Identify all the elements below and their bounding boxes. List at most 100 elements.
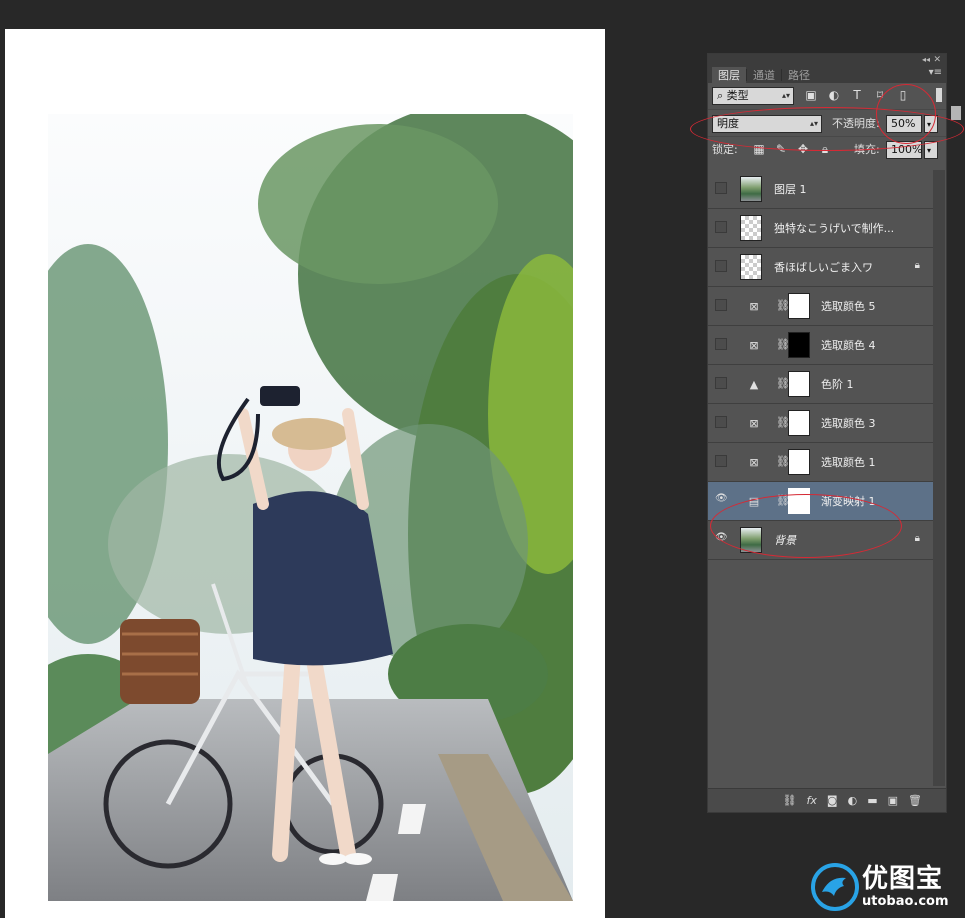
watermark-name: 优图宝 — [862, 864, 944, 894]
lock-icon: 🔒︎ — [914, 533, 920, 544]
visibility-toggle[interactable] — [715, 377, 727, 389]
fill-label: 填充: — [854, 143, 880, 156]
lock-image-pixels-brush-icon[interactable]: ✎ — [774, 142, 788, 156]
layer-name: 选取颜色 3 — [821, 417, 876, 430]
double-chevron-left-icon[interactable]: ◂◂ — [922, 54, 930, 66]
fx-icon[interactable]: fx — [807, 794, 817, 807]
filter-row: ⌕ 类型 ▴▾ ▣ ◐ T ⌑ ▯ — [708, 83, 946, 110]
filter-kind-value: 类型 — [726, 89, 749, 102]
eye-icon[interactable]: 👁︎ — [715, 533, 728, 545]
shape-layer-filter-icon[interactable]: ⌑ — [873, 88, 887, 102]
folder-icon[interactable]: ▬ — [867, 794, 877, 807]
layer-mask-thumbnail[interactable] — [788, 449, 810, 475]
layer-name: 选取颜色 4 — [821, 339, 876, 352]
add-mask-icon[interactable]: ◙ — [827, 794, 838, 807]
visibility-toggle[interactable] — [715, 416, 727, 428]
watermark-url: utobao.com — [862, 894, 949, 909]
panel-header: ◂◂ ✕ — [708, 54, 946, 66]
link-layers-icon[interactable]: ⛓︎ — [783, 794, 797, 807]
fill-dropdown[interactable]: ▾ — [924, 141, 938, 159]
panel-strip-icon[interactable] — [951, 106, 961, 120]
updown-arrow-icon: ▴▾ — [781, 91, 790, 100]
tab-layers[interactable]: 图层 — [712, 67, 746, 83]
bird-logo-icon — [811, 863, 859, 911]
watermark-logo: 优图宝 utobao.com — [810, 858, 960, 916]
eye-icon[interactable]: 👁︎ — [715, 494, 728, 506]
layers-list: 图层 1 独特なこうげいで制作... 香ほばしいごま入ワ 🔒︎ ⊠ ⛓︎ 选取颜… — [708, 170, 934, 560]
blend-mode-select[interactable]: 明度 ▴▾ — [712, 115, 822, 133]
lock-icons: ▦ ✎ ✥ 🔒︎ — [752, 142, 832, 157]
layer-name: 选取颜色 1 — [821, 456, 876, 469]
opacity-input[interactable]: 50% — [886, 115, 922, 133]
layer-row[interactable]: 👁︎ 背景 🔒︎ — [708, 521, 934, 560]
layer-row[interactable]: 独特なこうげいで制作... — [708, 209, 934, 248]
layer-thumbnail — [740, 527, 762, 553]
layer-row[interactable]: ⊠ ⛓︎ 选取颜色 3 — [708, 404, 934, 443]
visibility-toggle[interactable] — [715, 299, 727, 311]
chevron-down-icon: ▾ — [927, 146, 932, 155]
adjustment-layer-filter-icon[interactable]: ◐ — [827, 88, 841, 102]
filter-icons: ▣ ◐ T ⌑ ▯ — [804, 88, 910, 102]
layer-name: 渐变映射 1 — [821, 495, 876, 508]
tab-paths[interactable]: 路径 — [782, 67, 816, 83]
blend-mode-value: 明度 — [717, 117, 739, 130]
lock-transparent-pixels-icon[interactable]: ▦ — [752, 142, 766, 156]
lock-row: 锁定: ▦ ✎ ✥ 🔒︎ 填充: 100% ▾ — [708, 137, 946, 163]
layer-row[interactable]: 香ほばしいごま入ワ 🔒︎ — [708, 248, 934, 287]
gradient-map-icon: ▤ — [748, 494, 760, 508]
layer-name: 图层 1 — [774, 183, 807, 196]
chevron-down-icon: ▾ — [927, 120, 932, 129]
trash-icon[interactable]: 🗑︎ — [908, 794, 922, 807]
visibility-toggle[interactable] — [715, 455, 727, 467]
document-canvas[interactable] — [5, 29, 605, 918]
visibility-toggle[interactable] — [715, 221, 727, 233]
levels-icon: ▲ — [749, 377, 759, 391]
lock-all-icon[interactable]: 🔒︎ — [818, 142, 832, 156]
layer-row[interactable]: ⊠ ⛓︎ 选取颜色 1 — [708, 443, 934, 482]
layer-row[interactable]: ▲ ⛓︎ 色阶 1 — [708, 365, 934, 404]
visibility-toggle[interactable] — [715, 338, 727, 350]
layer-name: 独特なこうげいで制作... — [774, 222, 895, 235]
panel-menu-icon[interactable]: ▾≡ — [929, 67, 942, 78]
search-icon: ⌕ — [717, 89, 724, 102]
filter-kind-select[interactable]: ⌕ 类型 ▴▾ — [712, 87, 794, 105]
layer-row[interactable]: ⊠ ⛓︎ 选取颜色 4 — [708, 326, 934, 365]
new-layer-icon[interactable]: ▣ — [888, 794, 898, 807]
filter-toggle[interactable] — [936, 88, 942, 102]
lock-position-move-icon[interactable]: ✥ — [796, 142, 810, 156]
updown-arrow-icon: ▴▾ — [809, 119, 818, 128]
scrollbar[interactable] — [933, 170, 945, 786]
layer-name: 选取颜色 5 — [821, 300, 876, 313]
layer-row-selected[interactable]: 👁︎ ▤ ⛓︎ 渐变映射 1 — [708, 482, 934, 521]
opacity-dropdown[interactable]: ▾ — [924, 115, 938, 133]
visibility-toggle[interactable] — [715, 182, 727, 194]
opacity-value: 50% — [891, 117, 916, 130]
type-layer-filter-icon[interactable]: T — [850, 88, 864, 102]
selective-color-icon: ⊠ — [749, 455, 759, 469]
photo-image — [48, 114, 573, 901]
panel-bottom-toolbar: ⛓︎ fx ◙ ◐ ▬ ▣ 🗑︎ — [708, 788, 946, 812]
layer-mask-thumbnail[interactable] — [788, 410, 810, 436]
layer-name: 色阶 1 — [821, 378, 854, 391]
layer-row[interactable]: ⊠ ⛓︎ 选取颜色 5 — [708, 287, 934, 326]
layer-thumbnail — [740, 215, 762, 241]
tab-channels[interactable]: 通道 — [747, 67, 781, 83]
layer-mask-thumbnail[interactable] — [788, 488, 810, 514]
layer-mask-thumbnail[interactable] — [788, 371, 810, 397]
layer-name: 背景 — [774, 534, 796, 547]
layer-mask-thumbnail[interactable] — [788, 332, 810, 358]
selective-color-icon: ⊠ — [749, 338, 759, 352]
lock-label: 锁定: — [712, 143, 738, 156]
smart-object-filter-icon[interactable]: ▯ — [896, 88, 910, 102]
layer-row[interactable]: 图层 1 — [708, 170, 934, 209]
layers-panel: ◂◂ ✕ 图层 通道 路径 ▾≡ ⌕ 类型 ▴▾ ▣ ◐ T ⌑ ▯ 明度 ▴▾… — [707, 53, 947, 813]
fill-value: 100% — [891, 143, 923, 156]
pixel-layer-filter-icon[interactable]: ▣ — [804, 88, 818, 102]
fill-input[interactable]: 100% — [886, 141, 922, 159]
collapsed-panel-strip[interactable] — [947, 84, 965, 144]
visibility-toggle[interactable] — [715, 260, 727, 272]
lock-icon: 🔒︎ — [914, 260, 920, 271]
layer-mask-thumbnail[interactable] — [788, 293, 810, 319]
close-icon[interactable]: ✕ — [933, 54, 941, 66]
adjustment-layer-icon[interactable]: ◐ — [848, 794, 858, 807]
